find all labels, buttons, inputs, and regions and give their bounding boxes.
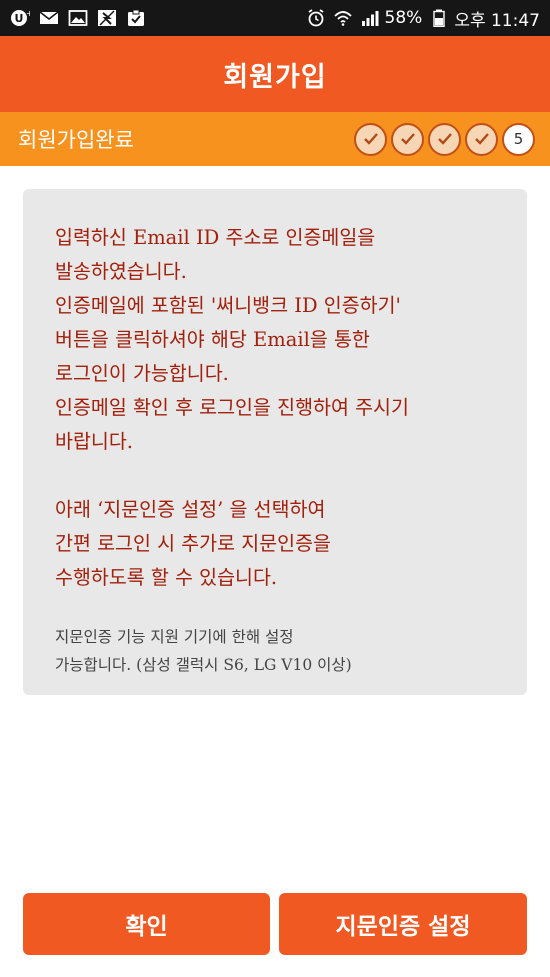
battery-icon <box>429 9 449 27</box>
status-bar-system: 58% 오후 11:47 <box>299 6 540 31</box>
clipboard-check-icon <box>126 9 146 27</box>
message-line: 아래 ‘지문인증 설정’ 을 선택하여 <box>55 498 326 521</box>
step-1-complete <box>354 122 387 156</box>
info-message-box: 입력하신 Email ID 주소로 인증메일을 발송하였습니다. 인증메일에 포… <box>23 189 527 695</box>
fingerprint-setup-button[interactable]: 지문인증 설정 <box>279 893 527 955</box>
status-bar-notifications: U + <box>10 9 155 27</box>
message-line: 버튼을 클릭하셔야 해당 Email을 통한 <box>55 328 370 351</box>
message-line: 인증메일 확인 후 로그인을 진행하여 주시기 <box>55 396 409 419</box>
disabled-icon <box>97 9 117 27</box>
device-support-note: 지문인증 기능 지원 기기에 한해 설정 가능합니다. (삼성 갤럭시 S6, … <box>55 623 505 679</box>
step-current: 5 <box>502 122 535 156</box>
message-line: 수행하도록 할 수 있습니다. <box>55 566 278 589</box>
message-line: 로그인이 가능합니다. <box>55 362 229 385</box>
message-paragraph-1: 입력하신 Email ID 주소로 인증메일을 발송하였습니다. 인증메일에 포… <box>55 221 505 459</box>
svg-text:U: U <box>15 12 24 25</box>
image-icon <box>68 9 88 27</box>
step-4-complete <box>465 122 498 156</box>
u-plus-icon: U + <box>10 9 30 27</box>
battery-percentage: 58% <box>384 8 423 28</box>
step-3-complete <box>428 122 461 156</box>
signal-icon <box>360 9 380 27</box>
message-line: 발송하였습니다. <box>55 260 187 283</box>
check-icon <box>363 133 378 145</box>
note-line: 지문인증 기능 지원 기기에 한해 설정 <box>55 628 294 646</box>
step-indicators: 5 <box>350 122 535 156</box>
check-icon <box>437 133 452 145</box>
message-line: 인증메일에 포함된 '써니뱅크 ID 인증하기' <box>55 294 401 317</box>
svg-text:+: + <box>26 9 30 18</box>
message-line: 간편 로그인 시 추가로 지문인증을 <box>55 532 331 555</box>
clock: 오후 11:47 <box>454 10 540 31</box>
message-line: 입력하신 Email ID 주소로 인증메일을 <box>55 226 376 249</box>
message-line: 바랍니다. <box>55 430 133 453</box>
wifi-icon <box>333 9 353 27</box>
alarm-icon <box>306 9 326 27</box>
check-icon <box>474 133 489 145</box>
confirm-button[interactable]: 확인 <box>23 893 270 955</box>
mail-icon <box>39 9 59 27</box>
message-paragraph-2: 아래 ‘지문인증 설정’ 을 선택하여 간편 로그인 시 추가로 지문인증을 수… <box>55 493 505 595</box>
app-header: 회원가입 <box>0 36 550 112</box>
step-2-complete <box>391 122 424 156</box>
note-line: 가능합니다. (삼성 갤럭시 S6, LG V10 이상) <box>55 656 352 674</box>
check-icon <box>400 133 415 145</box>
step-label: 회원가입완료 <box>18 128 134 152</box>
status-bar: U + 58% 오후 11:47 <box>0 0 550 36</box>
page-title: 회원가입 <box>223 61 327 93</box>
step-progress-bar: 회원가입완료 5 <box>0 112 550 166</box>
